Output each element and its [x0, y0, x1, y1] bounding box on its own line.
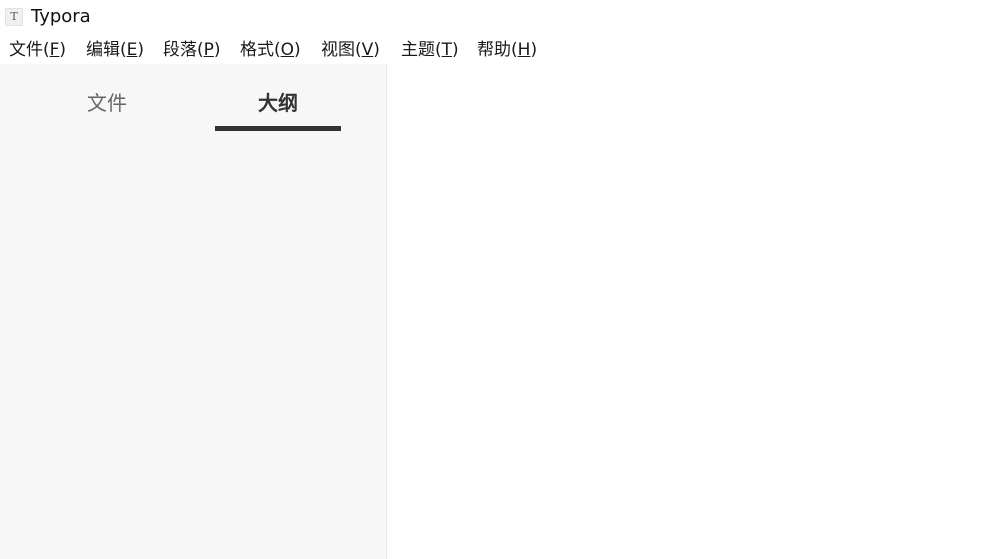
active-tab-indicator — [215, 126, 341, 131]
menu-format[interactable]: 格式(O) — [240, 39, 301, 61]
typora-app-icon[interactable]: T — [5, 8, 23, 26]
sidebar-panel: 文件 大纲 — [0, 64, 387, 559]
menu-theme[interactable]: 主题(T) — [401, 39, 459, 61]
editor-area[interactable] — [387, 64, 994, 559]
menu-paragraph[interactable]: 段落(P) — [163, 39, 221, 61]
menu-help[interactable]: 帮助(H) — [477, 39, 537, 61]
menu-file[interactable]: 文件(F) — [9, 39, 66, 61]
tab-files[interactable]: 文件 — [44, 86, 170, 120]
menu-bar: 文件(F) 编辑(E) 段落(P) 格式(O) 视图(V) 主题(T) 帮助(H… — [0, 36, 994, 64]
menu-view[interactable]: 视图(V) — [321, 39, 380, 61]
tab-outline[interactable]: 大纲 — [215, 86, 341, 120]
menu-edit[interactable]: 编辑(E) — [86, 39, 144, 61]
title-bar: T Typora — [0, 0, 994, 36]
window-title: Typora — [31, 6, 91, 27]
